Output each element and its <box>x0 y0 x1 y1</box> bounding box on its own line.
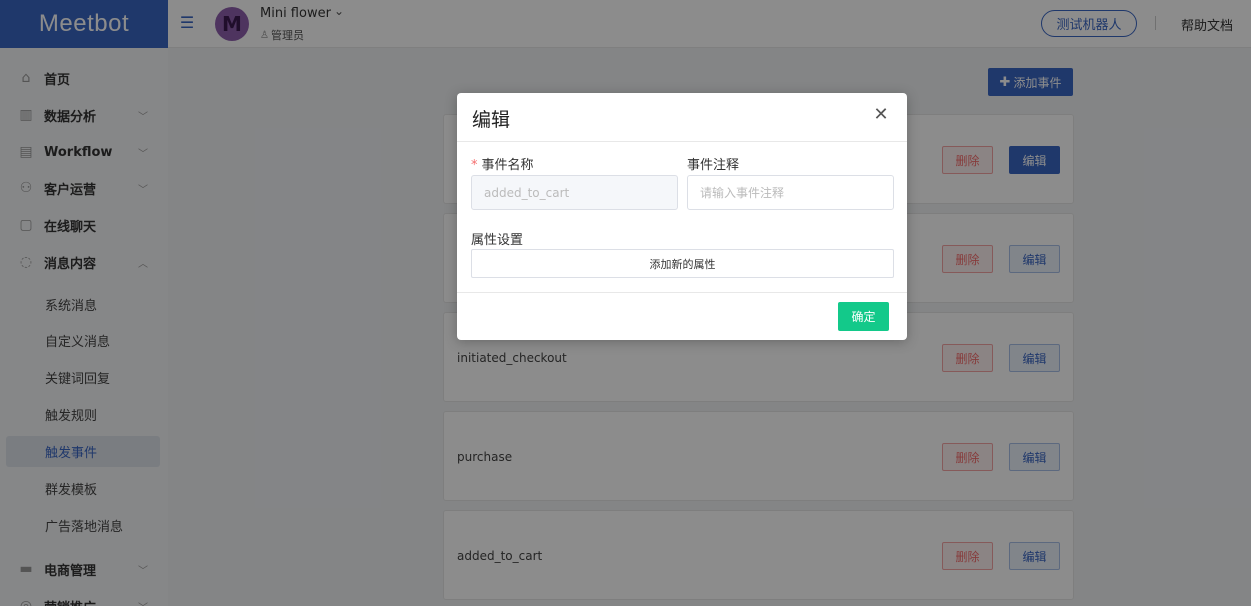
attribute-settings-label: 属性设置 <box>471 233 524 248</box>
dialog-title: 编辑 <box>472 109 511 131</box>
event-name-label-text: 事件名称 <box>481 158 534 173</box>
event-name-input[interactable] <box>471 175 678 210</box>
dialog-footer-divider <box>457 292 907 293</box>
edit-event-dialog: 编辑 ✕ *事件名称 事件注释 属性设置 添加新的属性 确定 <box>457 93 907 340</box>
event-note-input[interactable] <box>687 175 894 210</box>
add-attribute-button[interactable]: 添加新的属性 <box>471 249 894 278</box>
required-icon: * <box>471 158 478 173</box>
close-icon[interactable]: ✕ <box>873 106 889 124</box>
dialog-header-divider <box>457 141 907 142</box>
confirm-button[interactable]: 确定 <box>838 302 889 331</box>
event-name-label: * 事件名称 <box>471 154 534 173</box>
event-note-label: 事件注释 <box>687 158 740 173</box>
